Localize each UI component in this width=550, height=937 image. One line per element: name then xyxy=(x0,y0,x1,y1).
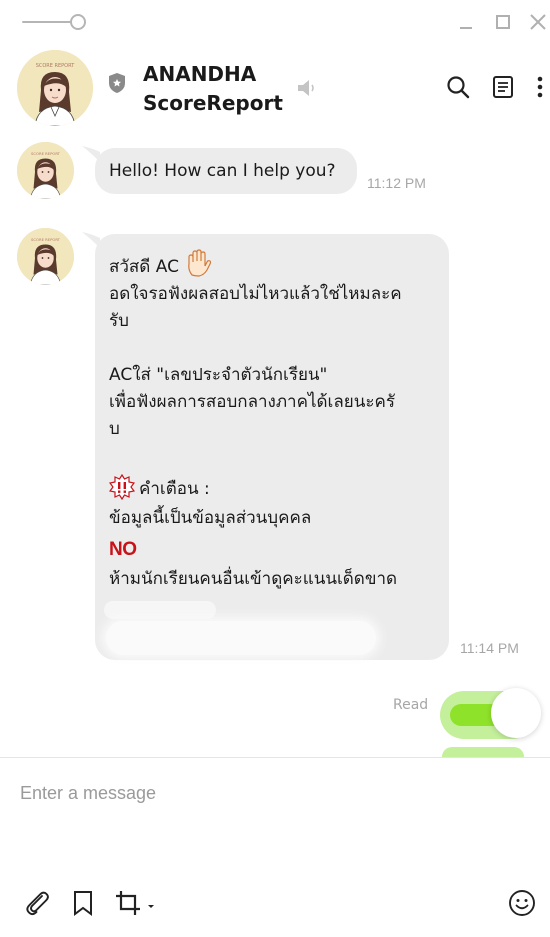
speaker-muted-icon[interactable] xyxy=(296,78,318,98)
shield-icon xyxy=(107,72,127,94)
message-line: ACใส่ "เลขประจำตัวนักเรียน" xyxy=(109,365,328,385)
message-avatar[interactable]: SCORE REPORT xyxy=(17,142,74,199)
scroll-to-bottom-button[interactable] xyxy=(491,688,541,738)
avatar-logo-text: SCORE REPORT xyxy=(31,152,61,156)
message-input[interactable] xyxy=(20,778,530,808)
emoji-icon[interactable] xyxy=(507,888,537,918)
message-avatar[interactable]: SCORE REPORT xyxy=(17,228,74,285)
message-line: ห้ามนักเรียนคนอื่นเข้าดูคะแนนเด็ดขาด xyxy=(109,569,398,589)
search-icon[interactable] xyxy=(445,74,471,100)
crop-icon[interactable] xyxy=(114,888,158,918)
avatar-logo-text: SCORE REPORT xyxy=(31,238,61,242)
raised-hand-emoji xyxy=(188,249,212,277)
message-bubble: สวัสดี AC อดใจรอฟังผลสอบไม่ไหวแล้วใช่ไหม… xyxy=(95,234,449,660)
chat-avatar[interactable]: SCORE REPORT xyxy=(17,50,93,126)
minimize-icon[interactable] xyxy=(454,10,478,34)
close-icon[interactable] xyxy=(526,10,550,34)
chat-subtitle: ScoreReport xyxy=(143,91,283,115)
bookmark-icon[interactable] xyxy=(68,888,98,918)
message-bubble: Hello! How can I help you? xyxy=(95,148,357,194)
message-text: Hello! How can I help you? xyxy=(109,161,336,181)
redacted-text xyxy=(106,621,376,655)
composer xyxy=(0,757,550,937)
bang-bang-emoji xyxy=(109,474,135,500)
no-badge: NO xyxy=(109,539,137,560)
notes-icon[interactable] xyxy=(490,74,516,100)
warning-heading: คำเตือน : xyxy=(139,479,210,499)
paperclip-icon[interactable] xyxy=(22,888,52,918)
message-line: เพื่อฟังผลการสอบกลางภาคได้เลยนะครั xyxy=(109,392,396,412)
message-line: รับ xyxy=(109,311,129,331)
more-vertical-icon[interactable] xyxy=(528,74,550,100)
chat-title: ANANDHA xyxy=(143,62,257,86)
message-line: อดใจรอฟังผลสอบไม่ไหวแล้วใช่ไหมละค xyxy=(109,284,402,304)
window-titlebar xyxy=(0,0,550,42)
maximize-icon[interactable] xyxy=(491,10,515,34)
redacted-text xyxy=(104,601,216,619)
message-line: ข้อมูลนี้เป็นข้อมูลส่วนบุคคล xyxy=(109,508,312,528)
greeting-text: สวัสดี AC xyxy=(109,257,179,277)
read-status: Read xyxy=(393,697,429,713)
avatar-logo-text: SCORE REPORT xyxy=(36,63,76,69)
message-time: 11:14 PM xyxy=(460,640,519,656)
pin-toggle-icon[interactable] xyxy=(22,14,86,30)
message-line: บ xyxy=(109,419,120,439)
chat-header: SCORE REPORT ANANDHA ScoreReport xyxy=(0,42,550,134)
message-time: 11:12 PM xyxy=(367,175,426,191)
